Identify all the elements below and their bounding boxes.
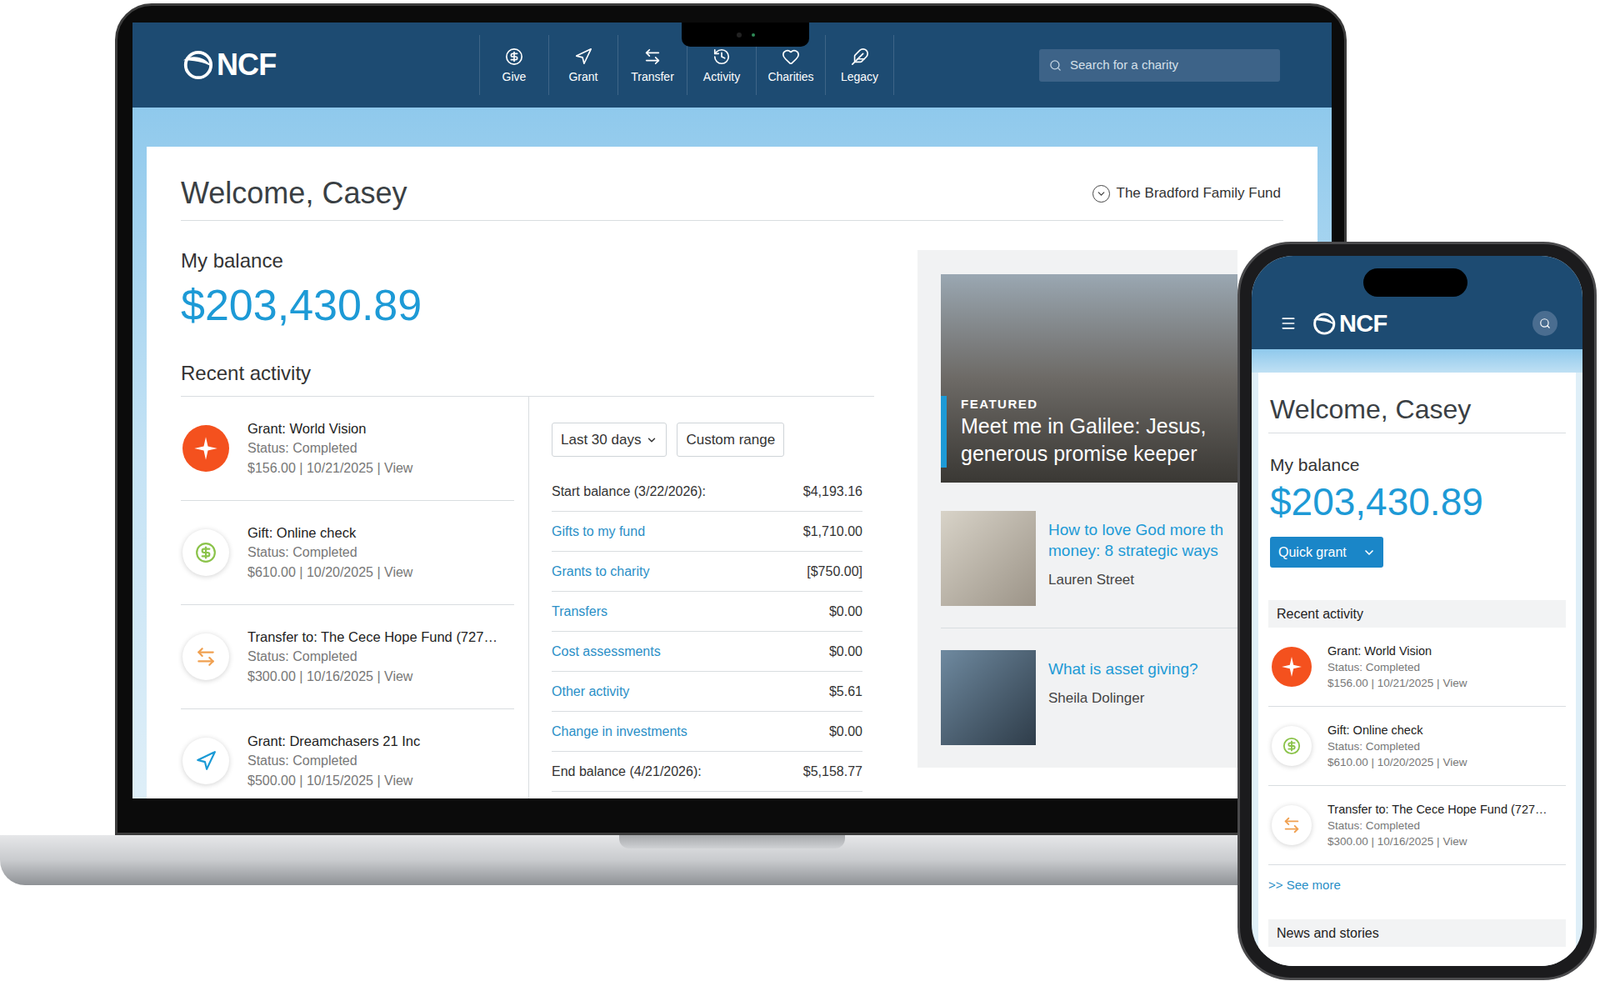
logo-text: NCF	[1339, 311, 1387, 336]
dashboard-card: Welcome, Casey The Bradford Family Fund My…	[146, 146, 1318, 799]
sky-backdrop: Welcome, Casey The Bradford Family Fund My…	[132, 107, 1332, 799]
summary-row[interactable]: Change in investments$0.00	[551, 711, 863, 752]
welcome-heading: Welcome, Casey	[1268, 392, 1566, 434]
welcome-row: Welcome, Casey The Bradford Family Fund	[180, 175, 1284, 221]
activity-list: Grant: World VisionStatus: Completed$156…	[180, 396, 515, 799]
transfer-icon	[1282, 815, 1301, 835]
grant-activity-icon	[182, 737, 230, 785]
news-heading: News and stories	[1268, 919, 1566, 947]
article-thumbnail	[940, 510, 1036, 606]
phone-card: Welcome, Casey My balance$203,430.89 Quick…	[1258, 372, 1576, 966]
main-column: My balance$203,430.89Recent activityGran…	[180, 220, 875, 799]
nav-item[interactable]: Transfer	[617, 35, 687, 95]
camera-light	[751, 33, 755, 37]
article-row[interactable]: How to love God more thmoney: 8 strategi…	[940, 482, 1238, 629]
filter-button[interactable]: Last 30 days	[551, 422, 667, 457]
balance-label: My balance	[180, 248, 875, 274]
welcome-heading: Welcome, Casey	[180, 175, 407, 212]
search-icon	[1049, 59, 1062, 72]
article-thumbnail	[940, 650, 1036, 745]
star-icon	[1280, 655, 1303, 678]
laptop-base	[0, 835, 1347, 885]
activity-row[interactable]: Transfer to: The Cece Hope Fund (727…Sta…	[1268, 785, 1566, 865]
activity-row[interactable]: Grant: World VisionStatus: Completed$156…	[1268, 627, 1566, 707]
laptop-screen: NCFGiveGrantTransferActivityCharitiesLeg…	[132, 22, 1332, 799]
nav-item[interactable]: Grant	[548, 35, 618, 95]
globe-swoosh-icon	[1311, 311, 1336, 336]
activity-row[interactable]: Transfer to: The Cece Hope Fund (727…Sta…	[180, 605, 515, 710]
summary-row[interactable]: Other activity$5.61	[551, 671, 863, 712]
article-row[interactable]: What is asset giving?Sheila Dolinger	[940, 628, 1238, 745]
search-icon	[1539, 317, 1551, 330]
gift-activity-icon	[1271, 725, 1312, 766]
search-button[interactable]	[1532, 310, 1558, 336]
transfer-icon	[643, 47, 662, 66]
recent-activity-heading: Recent activity	[180, 360, 875, 397]
quick-grant-button[interactable]: Quick grant	[1270, 536, 1384, 568]
charity-logo-icon	[1271, 646, 1312, 687]
summary-row[interactable]: Grants to charity[$750.00]	[551, 551, 863, 592]
activity-row[interactable]: Gift: Online checkStatus: Completed$610.…	[1268, 706, 1566, 786]
dollar-icon	[195, 541, 217, 564]
dollar-icon	[505, 47, 524, 66]
logo-text: NCF	[216, 50, 276, 80]
accent-bar	[940, 395, 947, 468]
activity-row[interactable]: Grant: Dreamchasers 21 IncStatus: Comple…	[180, 709, 515, 799]
leaf-icon	[850, 47, 870, 66]
phone-screen: NCF Welcome, Casey My balance$203,430.89 Qu…	[1251, 255, 1583, 966]
history-icon	[712, 47, 731, 66]
summary-row[interactable]: Transfers$0.00	[551, 591, 863, 632]
globe-swoosh-icon	[181, 49, 214, 81]
transfer-activity-icon	[182, 633, 230, 680]
base-notch	[619, 835, 845, 849]
balance-label: My balance	[1268, 454, 1566, 476]
camera-dot	[736, 32, 742, 38]
news-panel: FEATUREDMeet me in Galilee: Jesus,genero…	[917, 250, 1238, 768]
balance-amount: $203,430.89	[180, 278, 875, 332]
featured-story[interactable]: FEATUREDMeet me in Galilee: Jesus,genero…	[940, 274, 1238, 483]
chevron-circle-icon	[1092, 185, 1110, 203]
summary-row: End balance (4/21/2026):$5,158.77	[551, 751, 863, 792]
summary-row[interactable]: Gifts to my fund$1,710.00	[551, 511, 863, 552]
fund-selector[interactable]: The Bradford Family Fund	[1092, 182, 1281, 205]
ncf-logo[interactable]: NCF	[181, 49, 480, 81]
nav-item[interactable]: Give	[479, 35, 549, 95]
transfer-icon	[195, 645, 217, 668]
summary-row: Start balance (3/22/2026):$4,193.16	[551, 471, 863, 512]
see-more-link[interactable]: >> See more	[1268, 876, 1566, 894]
activity-summary: Last 30 days Custom range Start balance (3…	[528, 396, 875, 799]
sky-band	[1251, 349, 1583, 373]
recent-activity-heading: Recent activity	[1268, 600, 1566, 628]
charity-logo-icon	[182, 425, 230, 472]
paper-plane-icon	[195, 750, 217, 772]
hamburger-icon[interactable]	[1280, 315, 1297, 332]
camera-notch	[681, 22, 810, 47]
laptop: NCFGiveGrantTransferActivityCharitiesLeg…	[115, 3, 1347, 835]
activity-row[interactable]: Grant: World VisionStatus: Completed$156…	[180, 396, 515, 501]
nav-item[interactable]: Legacy	[825, 35, 895, 95]
gift-activity-icon	[182, 529, 230, 576]
balance-amount: $203,430.89	[1268, 478, 1566, 525]
phone: NCF Welcome, Casey My balance$203,430.89 Qu…	[1237, 241, 1597, 980]
heart-icon	[781, 47, 800, 66]
dynamic-island	[1363, 268, 1468, 297]
transfer-activity-icon	[1271, 805, 1312, 845]
activity-row[interactable]: Gift: Online checkStatus: Completed$610.…	[180, 500, 515, 605]
summary-row[interactable]: Cost assessments$0.00	[551, 631, 863, 672]
device-showcase: NCFGiveGrantTransferActivityCharitiesLeg…	[0, 0, 1600, 981]
filter-button[interactable]: Custom range	[676, 422, 785, 457]
caret-icon	[645, 434, 658, 446]
ncf-logo[interactable]: NCF	[1311, 311, 1387, 336]
paper-plane-icon	[574, 47, 593, 66]
chevron-down-icon	[1362, 545, 1376, 560]
dollar-icon	[1282, 736, 1301, 755]
search-field[interactable]: Search for a charity	[1039, 49, 1280, 82]
star-icon	[193, 435, 219, 461]
